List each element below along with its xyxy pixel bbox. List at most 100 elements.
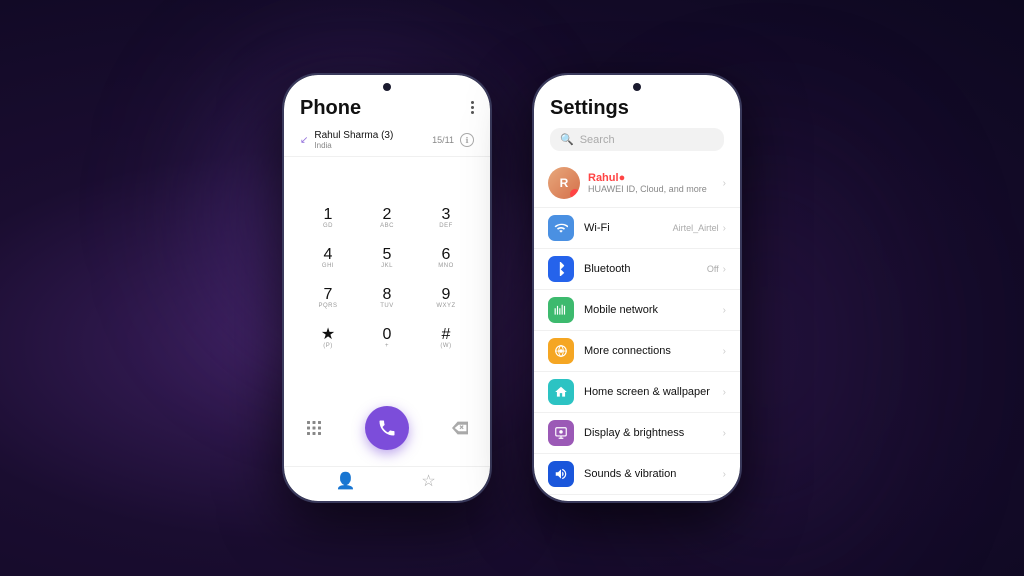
profile-dot: ● xyxy=(619,172,626,184)
mobile-network-chevron: › xyxy=(723,305,726,316)
recent-call-left: ↙ Rahul Sharma (3) India xyxy=(300,130,393,150)
dial-key-4[interactable]: 4 GHI xyxy=(304,240,352,276)
dial-num-7: 7 xyxy=(324,287,333,303)
call-button[interactable] xyxy=(365,406,409,450)
home-screen-text: Home screen & wallpaper xyxy=(584,386,723,398)
phone-bottom-bar xyxy=(284,398,490,466)
dial-key-0[interactable]: 0 + xyxy=(363,320,411,356)
settings-item-profile[interactable]: R Rahul● HUAWEI ID, Cloud, and more › xyxy=(534,159,740,208)
dot1 xyxy=(471,101,474,104)
dial-key-star[interactable]: ★ (P) xyxy=(304,320,352,356)
phone-2-screen: Settings 🔍 Search R Rahul● xyxy=(534,75,740,501)
settings-title: Settings xyxy=(550,97,724,120)
more-connections-label: More connections xyxy=(584,345,723,357)
phone-1-notch xyxy=(383,83,391,91)
delete-icon[interactable] xyxy=(446,414,474,442)
dial-num-1: 1 xyxy=(324,207,333,223)
settings-item-bluetooth[interactable]: Bluetooth Off › xyxy=(534,249,740,290)
call-location: India xyxy=(314,141,393,150)
dial-key-7[interactable]: 7 PQRS xyxy=(304,280,352,316)
phone-2-notch xyxy=(633,83,641,91)
dial-num-0: 0 xyxy=(383,327,392,343)
dial-key-hash[interactable]: # (W) xyxy=(422,320,470,356)
bluetooth-text: Bluetooth xyxy=(584,263,707,275)
settings-item-wifi[interactable]: Wi-Fi Airtel_Airtel › xyxy=(534,208,740,249)
dial-key-8[interactable]: 8 TUV xyxy=(363,280,411,316)
settings-item-mobile-network[interactable]: Mobile network › xyxy=(534,290,740,331)
settings-item-home-screen[interactable]: Home screen & wallpaper › xyxy=(534,372,740,413)
contacts-nav-icon[interactable]: 👤 xyxy=(332,467,360,495)
settings-header: Settings 🔍 Search xyxy=(534,85,740,159)
settings-item-more-connections[interactable]: More connections › xyxy=(534,331,740,372)
phone-1-screen: Phone ↙ Rahul Sharma (3) India xyxy=(284,75,490,501)
dial-num-hash: # xyxy=(442,327,451,343)
phone-app: Phone ↙ Rahul Sharma (3) India xyxy=(284,75,490,501)
dial-letters-2: ABC xyxy=(380,223,394,229)
dot2 xyxy=(471,106,474,109)
profile-sub: HUAWEI ID, Cloud, and more xyxy=(588,184,723,194)
dial-key-9[interactable]: 9 WXYZ xyxy=(422,280,470,316)
dial-letters-9: WXYZ xyxy=(436,303,455,309)
dial-row-1: 1 GD 2 ABC 3 DEF xyxy=(304,200,470,236)
dial-letters-0: + xyxy=(385,343,389,349)
avatar-letter: R xyxy=(560,176,569,190)
phone-2: Settings 🔍 Search R Rahul● xyxy=(532,73,742,503)
dial-key-3[interactable]: 3 DEF xyxy=(422,200,470,236)
call-info-button[interactable]: ℹ xyxy=(460,133,474,147)
phone-title: Phone xyxy=(300,97,361,120)
dialpad: 1 GD 2 ABC 3 DEF xyxy=(284,157,490,398)
dial-num-9: 9 xyxy=(442,287,451,303)
dial-letters-6: MNO xyxy=(438,263,454,269)
wifi-label: Wi-Fi xyxy=(584,222,673,234)
dial-letters-3: DEF xyxy=(439,223,453,229)
sounds-text: Sounds & vibration xyxy=(584,468,723,480)
dial-key-1[interactable]: 1 GD xyxy=(304,200,352,236)
display-text: Display & brightness xyxy=(584,427,723,439)
dot3 xyxy=(471,111,474,114)
dial-letters-hash: (W) xyxy=(440,343,451,349)
call-name: Rahul Sharma (3) xyxy=(314,130,393,141)
profile-avatar: R xyxy=(548,167,580,199)
more-connections-icon-wrap xyxy=(548,338,574,364)
dial-key-6[interactable]: 6 MNO xyxy=(422,240,470,276)
more-connections-text: More connections xyxy=(584,345,723,357)
sounds-label: Sounds & vibration xyxy=(584,468,723,480)
dial-letters-8: TUV xyxy=(380,303,394,309)
dial-num-6: 6 xyxy=(442,247,451,263)
wifi-chevron: › xyxy=(723,223,726,234)
dial-num-5: 5 xyxy=(383,247,392,263)
home-screen-label: Home screen & wallpaper xyxy=(584,386,723,398)
dial-row-2: 4 GHI 5 JKL 6 MNO xyxy=(304,240,470,276)
mobile-network-text: Mobile network xyxy=(584,304,723,316)
settings-search-bar[interactable]: 🔍 Search xyxy=(550,128,724,151)
mobile-network-icon-wrap xyxy=(548,297,574,323)
wifi-icon-wrap xyxy=(548,215,574,241)
bluetooth-value: Off xyxy=(707,264,719,274)
dial-num-8: 8 xyxy=(383,287,392,303)
dial-num-star: ★ xyxy=(321,327,335,343)
wifi-text: Wi-Fi xyxy=(584,222,673,234)
phones-container: Phone ↙ Rahul Sharma (3) India xyxy=(282,73,742,503)
dial-row-3: 7 PQRS 8 TUV 9 WXYZ xyxy=(304,280,470,316)
dial-key-5[interactable]: 5 JKL xyxy=(363,240,411,276)
bluetooth-icon-wrap xyxy=(548,256,574,282)
profile-chevron: › xyxy=(723,178,726,189)
sounds-chevron: › xyxy=(723,469,726,480)
bluetooth-label: Bluetooth xyxy=(584,263,707,275)
bluetooth-chevron: › xyxy=(723,264,726,275)
settings-item-sounds[interactable]: Sounds & vibration › xyxy=(534,454,740,495)
settings-item-display[interactable]: Display & brightness › xyxy=(534,413,740,454)
home-screen-icon-wrap xyxy=(548,379,574,405)
dial-letters-4: GHI xyxy=(322,263,334,269)
call-right: 15/11 ℹ xyxy=(432,133,474,147)
favorites-nav-icon[interactable]: ☆ xyxy=(415,467,443,495)
call-info: Rahul Sharma (3) India xyxy=(314,130,393,150)
profile-text: Rahul● HUAWEI ID, Cloud, and more xyxy=(588,172,723,194)
dots-menu-button[interactable] xyxy=(471,97,474,114)
search-icon: 🔍 xyxy=(560,133,574,146)
recent-call-item[interactable]: ↙ Rahul Sharma (3) India 15/11 ℹ xyxy=(284,124,490,157)
call-count: 15/11 xyxy=(432,135,454,145)
dial-num-2: 2 xyxy=(383,207,392,223)
keypad-icon[interactable] xyxy=(300,414,328,442)
dial-key-2[interactable]: 2 ABC xyxy=(363,200,411,236)
